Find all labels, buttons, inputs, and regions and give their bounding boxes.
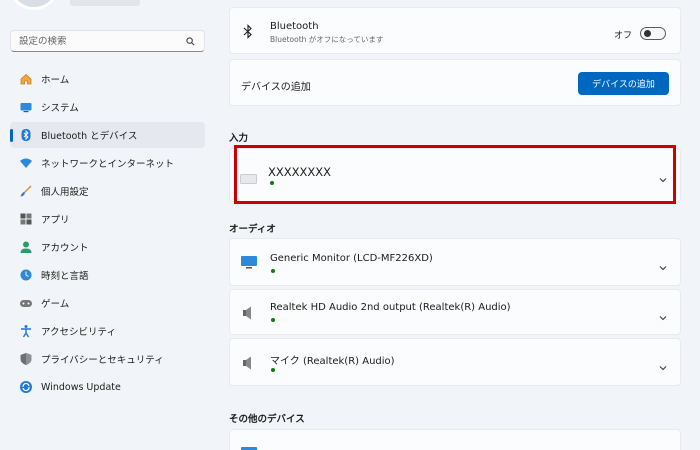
input-device-card[interactable]: XXXXXXXX [229,148,681,202]
sidebar-item-label: Bluetooth とデバイス [41,131,138,142]
sidebar-item-label: ゲーム [41,299,70,310]
sidebar-nav: ホーム システム Bluetooth とデバイス ネットワークとインターネット … [10,66,205,402]
audio-device-card[interactable]: Realtek HD Audio 2nd output (Realtek(R) … [229,289,681,335]
input-device-name: XXXXXXXX [268,165,332,179]
windows-update-icon [18,379,34,395]
bluetooth-toggle[interactable] [640,27,666,40]
account-name-placeholder [70,0,140,6]
add-device-button[interactable]: デバイスの追加 [578,72,669,95]
sidebar-item-label: 個人用設定 [41,187,89,198]
connected-status-dot [271,368,275,372]
sidebar-item-privacy-security[interactable]: プライバシーとセキュリティ [10,346,205,372]
bluetooth-status: Bluetooth がオフになっています [270,35,384,44]
chevron-down-icon[interactable] [658,358,668,371]
monitor-icon [240,446,258,450]
sidebar-item-home[interactable]: ホーム [10,66,205,92]
speaker-icon [242,355,254,375]
sidebar-item-label: アプリ [41,215,70,226]
search-icon[interactable] [184,35,196,47]
apps-icon [18,211,34,227]
accessibility-icon [18,323,34,339]
chevron-down-icon[interactable] [658,258,668,271]
sidebar-item-accounts[interactable]: アカウント [10,234,205,260]
other-devices-section-label: その他のデバイス [229,414,305,425]
audio-device-name: Generic Monitor (LCD-MF226XD) [270,253,433,264]
sidebar-item-label: アカウント [41,243,89,254]
sidebar-item-apps[interactable]: アプリ [10,206,205,232]
audio-device-name: マイク (Realtek(R) Audio) [270,356,395,367]
monitor-icon [240,255,258,274]
sidebar-item-accessibility[interactable]: アクセシビリティ [10,318,205,344]
avatar [8,0,60,10]
audio-section-label: オーディオ [229,224,276,235]
sidebar-item-label: 時刻と言語 [41,271,89,282]
home-icon [18,71,34,87]
sidebar-item-gaming[interactable]: ゲーム [10,290,205,316]
keyboard-icon [240,169,257,188]
sidebar-item-bluetooth-devices[interactable]: Bluetooth とデバイス [10,122,205,148]
bluetooth-title: Bluetooth [270,21,319,32]
sidebar-item-personalization[interactable]: 個人用設定 [10,178,205,204]
shield-icon [18,351,34,367]
sidebar-item-label: ホーム [41,75,70,86]
settings-search-box[interactable] [10,30,205,52]
sidebar-item-windows-update[interactable]: Windows Update [10,374,205,400]
bluetooth-icon [243,24,253,43]
audio-device-name: Realtek HD Audio 2nd output (Realtek(R) … [270,302,511,313]
network-icon [18,155,34,171]
connected-status-dot [270,181,274,185]
input-section-label: 入力 [229,133,249,144]
speaker-icon [242,305,254,325]
search-input[interactable] [19,35,184,47]
personalization-icon [18,183,34,199]
sidebar-item-label: ネットワークとインターネット [41,159,175,170]
sidebar-item-network[interactable]: ネットワークとインターネット [10,150,205,176]
bluetooth-toggle-label: オフ [613,31,632,41]
gaming-icon [18,295,34,311]
bluetooth-icon [18,127,34,143]
time-language-icon [18,267,34,283]
bluetooth-card: Bluetooth Bluetooth がオフになっています オフ [229,7,681,54]
audio-device-card[interactable]: Generic Monitor (LCD-MF226XD) [229,238,681,286]
sidebar-item-time-language[interactable]: 時刻と言語 [10,262,205,288]
system-icon [18,99,34,115]
add-device-card: デバイスの追加 デバイスの追加 [229,59,681,106]
chevron-down-icon[interactable] [658,170,668,183]
account-icon [18,239,34,255]
sidebar-item-label: システム [41,103,79,114]
sidebar-item-label: Windows Update [41,381,121,393]
add-device-label: デバイスの追加 [241,82,311,93]
connected-status-dot [271,318,275,322]
sidebar-item-label: アクセシビリティ [41,327,116,338]
connected-status-dot [271,269,275,273]
sidebar-item-system[interactable]: システム [10,94,205,120]
sidebar-item-label: プライバシーとセキュリティ [41,355,164,366]
audio-device-card[interactable]: マイク (Realtek(R) Audio) [229,338,681,386]
other-device-card[interactable] [229,429,681,450]
chevron-down-icon[interactable] [658,308,668,321]
